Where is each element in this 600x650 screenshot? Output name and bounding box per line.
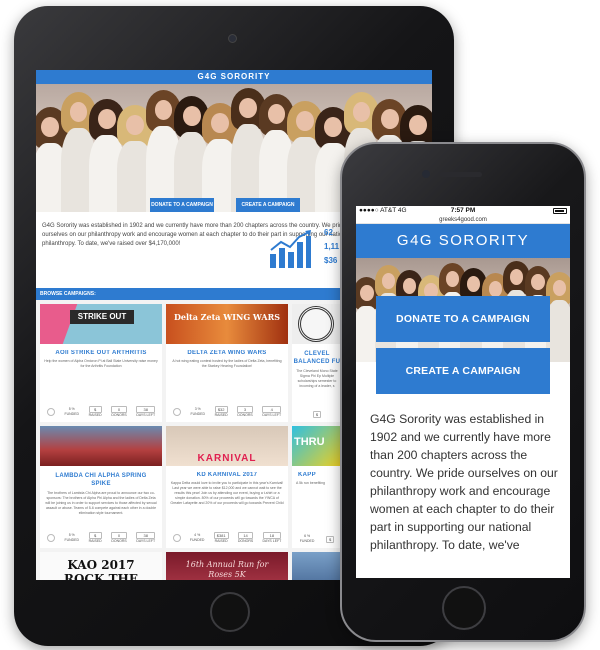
campaign-image-text: KAO 2017 ROCK THE CASA [64, 558, 138, 580]
phone-donate-button[interactable]: DONATE TO A CAMPAIGN [376, 296, 550, 342]
phone-speaker [440, 172, 482, 177]
campaign-image: STRIKE OUT [40, 304, 162, 344]
stat-donors: 0 DONORS [111, 532, 127, 543]
tablet-create-button[interactable]: CREATE A CAMPAIGN [236, 198, 300, 212]
campaign-card-kd-karnival[interactable]: KARNIVAL KD KARNIVAL 2017 Kappa Delta wo… [166, 426, 288, 548]
campaign-image: THRU [292, 426, 342, 466]
tablet-donate-button[interactable]: DONATE TO A CAMPAIGN [150, 198, 214, 212]
stat-days-left: 4 DAYS LEFT [262, 406, 282, 417]
stat-days-left: 18 DAYS LEFT [262, 532, 282, 543]
campaign-image: Delta Zeta WING WARS [166, 304, 288, 344]
campaign-title[interactable]: AOII STRIKE OUT ARTHRITIS [40, 350, 162, 356]
campaign-image-text: THRU [294, 436, 325, 448]
tablet-camera [228, 34, 237, 43]
campaign-image: KAO 2017 ROCK THE CASA [40, 552, 162, 580]
campaign-description: The Cleveland Mono State Sigma Phi Ep Mu… [296, 369, 338, 388]
stat-funded: 6 % FUNDED [299, 534, 315, 543]
stat-days-left: 38 DAYS LEFT [136, 532, 156, 543]
stat-funded: 5 % FUNDED [64, 407, 80, 416]
campaign-description: Help the women of Alpha Omicron Pi at Ba… [44, 359, 158, 368]
campaign-image [40, 426, 162, 466]
campaign-card-crowd[interactable] [292, 552, 342, 580]
campaign-image: KARNIVAL [166, 426, 288, 466]
campaign-stats: 4 % FUNDED $381 RAISED 14 DONORS 18 DAYS LEF… [166, 532, 288, 544]
campaign-card-cleveland[interactable]: CLEVEL BALANCED FU The Cleveland Mono St… [292, 304, 342, 422]
stat-raised: $381 RAISED [213, 532, 229, 543]
stat-funded: 3 % FUNDED [190, 407, 206, 416]
stat-donors: 3 DONORS [237, 406, 253, 417]
campaign-description: A 5k run benefiting [296, 481, 325, 485]
phone-device: ●●●●○ AT&T 4G 7:57 PM greeks4good.com G4… [340, 142, 586, 642]
stat-raised: $36 [324, 256, 338, 265]
campaign-stats: 5 % FUNDED $ RAISED 0 DONORS 38 DAYS LEFT [40, 532, 162, 544]
campaign-image-text: Delta Zeta WING WARS [173, 312, 281, 322]
stat-raised: $ RAISED [88, 406, 102, 417]
stat-donors: 14 DONORS [237, 532, 254, 543]
campaign-stats: 6 % FUNDED $ [292, 534, 342, 544]
campaign-image [292, 552, 342, 580]
campaign-card-run-for-roses[interactable]: 16th Annual Run for Roses 5K [166, 552, 288, 580]
phone-intro-text: G4G Sorority was established in 1902 and… [370, 412, 558, 552]
url-bar[interactable]: greeks4good.com [356, 216, 570, 224]
campaign-card-wing-wars[interactable]: Delta Zeta WING WARS DELTA ZETA WING WAR… [166, 304, 288, 422]
stat-chapters: 62 [324, 228, 333, 237]
stat-funded: 4 % FUNDED [189, 533, 205, 542]
tablet-home-button[interactable] [210, 592, 250, 632]
progress-ring-icon [46, 534, 55, 542]
phone-create-button[interactable]: CREATE A CAMPAIGN [376, 348, 550, 394]
stat-raised: $ [325, 535, 335, 543]
tablet-stats: 62 1,11 $36 [324, 226, 339, 268]
stat-raised: $ RAISED [88, 532, 102, 543]
stat-funded: 5 % FUNDED [64, 533, 80, 542]
status-time: 7:57 PM [450, 207, 476, 214]
stat-raised: $32 RAISED [214, 406, 228, 417]
phone-screen: ●●●●○ AT&T 4G 7:57 PM greeks4good.com G4… [356, 206, 570, 578]
campaign-stats: $ [292, 411, 342, 418]
campaign-image-text: STRIKE OUT [70, 310, 134, 324]
campaign-description: Kappa Delta would love to invite you to … [170, 481, 284, 505]
tablet-page-title: G4G SORORITY [36, 70, 432, 84]
stat-raised: $ [312, 411, 322, 418]
campaign-image-text: KARNIVAL [197, 453, 257, 464]
progress-ring-icon [46, 408, 55, 416]
phone-home-button[interactable] [442, 586, 486, 630]
campaign-image: 16th Annual Run for Roses 5K [166, 552, 288, 580]
stat-donors: 0 DONORS [111, 406, 127, 417]
campaign-description: A hot wing eating contest hosted by the … [172, 359, 282, 368]
stat-members: 1,11 [324, 242, 340, 251]
campaign-stats: 5 % FUNDED $ RAISED 0 DONORS 38 DAYS LEFT [40, 406, 162, 418]
campaign-image [292, 304, 342, 344]
status-bar: ●●●●○ AT&T 4G 7:57 PM [356, 206, 570, 216]
campaign-title[interactable]: CLEVEL BALANCED FU [292, 350, 342, 366]
campaign-description: The brothers of Lambda Chi Alpha are pro… [45, 491, 157, 515]
campaign-card-spring-spike[interactable]: LAMBDA CHI ALPHA SPRING SPIKE The brothe… [40, 426, 162, 548]
campaign-title[interactable]: LAMBDA CHI ALPHA SPRING SPIKE [40, 472, 162, 488]
campaign-card-rock-the-casa[interactable]: KAO 2017 ROCK THE CASA [40, 552, 162, 580]
campaign-card-aoii[interactable]: STRIKE OUT AOII STRIKE OUT ARTHRITIS Hel… [40, 304, 162, 422]
campaign-card-kappa[interactable]: THRU KAPP A 5k run benefiting 6 % FUNDED … [292, 426, 342, 548]
campaign-image-text: 16th Annual Run for Roses 5K [185, 560, 269, 579]
bar-chart-icon [270, 230, 311, 268]
phone-page-title: G4G SORORITY [356, 224, 570, 258]
seal-icon [298, 306, 334, 342]
progress-ring-icon [172, 534, 181, 542]
phone-camera [422, 170, 430, 178]
progress-ring-icon [172, 408, 181, 416]
stat-days-left: 38 DAYS LEFT [136, 406, 156, 417]
battery-icon [553, 208, 567, 214]
campaign-stats: 3 % FUNDED $32 RAISED 3 DONORS 4 DAYS LEFT [166, 406, 288, 418]
